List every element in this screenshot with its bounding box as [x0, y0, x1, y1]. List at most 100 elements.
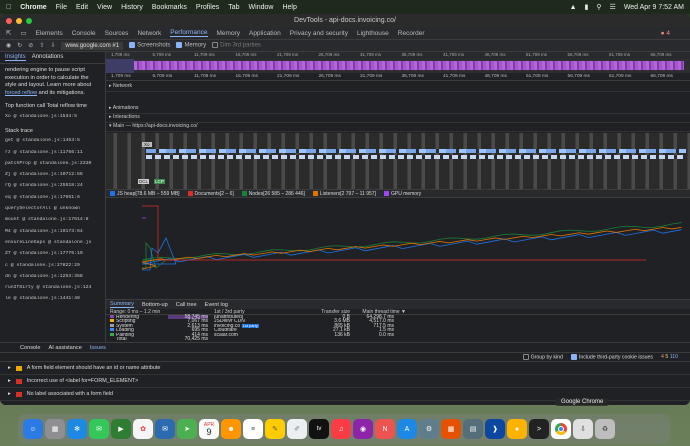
menu-view[interactable]: View	[97, 4, 112, 11]
party-header[interactable]: 1st / 3rd party	[208, 309, 290, 314]
tab-insights[interactable]: Insights	[5, 54, 26, 61]
animations-track[interactable]: ▸ Animations	[106, 105, 690, 114]
safari-icon[interactable]: ✻	[67, 419, 87, 439]
maps-icon[interactable]: ➤	[177, 419, 197, 439]
stack-frame[interactable]: rQ @ standalone.js:25518:24	[5, 183, 100, 194]
memory-chart[interactable]	[106, 198, 690, 274]
tv-icon[interactable]: tv	[309, 419, 329, 439]
downloads-icon[interactable]: ⇩	[573, 419, 593, 439]
tab-elements[interactable]: Elements	[36, 30, 63, 37]
stack-frame[interactable]: M4 @ standalone.js:19173:64	[5, 229, 100, 240]
finder-icon[interactable]: ☺	[23, 419, 43, 439]
record-icon[interactable]: ◉	[6, 42, 11, 49]
third-party-cookie-checkbox[interactable]: Include third-party cookie issues	[570, 353, 653, 360]
transfer-header[interactable]: Transfer size	[290, 309, 350, 315]
reload-record-icon[interactable]: ↻	[17, 42, 22, 49]
wifi-icon[interactable]: ▲	[570, 4, 577, 11]
tab-annotations[interactable]: Annotations	[32, 54, 64, 61]
legend-checkbox[interactable]	[383, 191, 389, 196]
podcasts-icon[interactable]: ◉	[353, 419, 373, 439]
music-icon[interactable]: ♫	[331, 419, 351, 439]
battery-icon[interactable]: ▮	[585, 3, 589, 11]
tab-application[interactable]: Application	[249, 30, 281, 37]
tab-network[interactable]: Network	[137, 30, 161, 37]
app-store-icon[interactable]: A	[397, 419, 417, 439]
dcl-marker[interactable]: DCL	[138, 179, 150, 184]
party-name[interactable]: scalar.com	[208, 333, 290, 337]
legend-checkbox[interactable]	[312, 191, 318, 196]
stack-frame[interactable]: querySelectorAll @ unknown	[5, 206, 100, 217]
facetime-icon[interactable]: ▶	[111, 419, 131, 439]
launchpad-icon[interactable]: ▦	[45, 419, 65, 439]
trash-icon[interactable]: ♻	[595, 419, 615, 439]
terminal-app-icon[interactable]: ▦	[441, 419, 461, 439]
stack-frame[interactable]: c @ standalone.js:27822:29	[5, 263, 100, 274]
vscode-icon[interactable]: ❱	[485, 419, 505, 439]
legend-item[interactable]: JS heap[78.6 MB – 559 MB]	[108, 191, 182, 197]
menu-edit[interactable]: Edit	[76, 4, 88, 11]
upload-icon[interactable]: ⇧	[39, 42, 44, 49]
stack-frame[interactable]: dn @ standalone.js:1253:358	[5, 274, 100, 285]
freeform-icon[interactable]: ✐	[287, 419, 307, 439]
stack-frame[interactable]: le @ standalone.js:1441:48	[5, 296, 100, 307]
reminders-icon[interactable]: ≡	[243, 419, 263, 439]
stack-frame[interactable]: mount @ standalone.js:17614:8	[5, 217, 100, 228]
menu-app-name[interactable]: Chrome	[20, 4, 46, 11]
menu-clock[interactable]: Wed Apr 9 7:52 AM	[624, 4, 684, 11]
group-by-kind-checkbox[interactable]: Group by kind	[522, 353, 563, 360]
recording-select[interactable]: www.google.com #1	[61, 41, 124, 50]
tab-console[interactable]: Console	[72, 30, 96, 37]
flame-chart[interactable]: Xo DCL LCP	[106, 133, 690, 189]
legend-checkbox[interactable]	[241, 191, 247, 196]
chevron-right-icon[interactable]: ▸	[8, 391, 11, 397]
issue-row[interactable]: ▸ A form field element should have an id …	[0, 362, 690, 375]
drawer-tab-console[interactable]: Console	[20, 345, 41, 351]
drawer-tab-issues[interactable]: Issues	[90, 345, 106, 351]
network-track[interactable]: ▸ Network	[106, 83, 690, 92]
stack-frame[interactable]: Zj @ standalone.js:10712:56	[5, 172, 100, 183]
preview-icon[interactable]: ▤	[463, 419, 483, 439]
lcp-marker[interactable]: LCP	[154, 179, 165, 184]
tab-summary[interactable]: Summary	[110, 301, 134, 308]
error-count-badge[interactable]: ● 4	[661, 30, 690, 37]
app-icon[interactable]: ●	[507, 419, 527, 439]
calendar-icon[interactable]: APR 9	[199, 419, 219, 439]
stack-frame[interactable]: rz @ standalone.js:11766:11	[5, 150, 100, 161]
chrome-icon[interactable]	[551, 419, 571, 439]
mail-icon[interactable]: ✉	[155, 419, 175, 439]
tab-memory[interactable]: Memory	[217, 30, 240, 37]
stack-frame[interactable]: runIfDirty @ standalone.js:124	[5, 285, 100, 296]
stack-frame[interactable]: ensureLineGaps @ standalone.js	[5, 240, 100, 251]
menu-file[interactable]: File	[56, 4, 67, 11]
menu-history[interactable]: History	[121, 4, 143, 11]
stack-frame[interactable]: patchProp @ standalone.js:2330	[5, 161, 100, 172]
legend-item[interactable]: GPU memory	[382, 191, 423, 197]
flame-xo[interactable]: Xo	[142, 142, 152, 147]
menu-profiles[interactable]: Profiles	[196, 4, 219, 11]
legend-item[interactable]: Listeners[2 797 – 11 957]	[311, 191, 378, 197]
apple-icon[interactable]: 	[6, 4, 11, 11]
terminal-icon[interactable]: >	[529, 419, 549, 439]
download-icon[interactable]: ⇩	[50, 42, 55, 49]
notes-icon[interactable]: ✎	[265, 419, 285, 439]
contacts-icon[interactable]: ☻	[221, 419, 241, 439]
tab-bottom-up[interactable]: Bottom-up	[142, 302, 168, 308]
issue-row[interactable]: ▸ Incorrect use of <label for=FORM_ELEMEN…	[0, 375, 690, 388]
device-icon[interactable]: ▭	[20, 29, 26, 37]
menu-tab[interactable]: Tab	[228, 4, 239, 11]
drawer-tab-ai[interactable]: AI assistance	[49, 345, 82, 351]
legend-checkbox[interactable]	[187, 191, 193, 196]
stack-frame[interactable]: eq @ standalone.js:17651:6	[5, 195, 100, 206]
stack-frame[interactable]: Z7 @ standalone.js:17776:19	[5, 251, 100, 262]
tab-call-tree[interactable]: Call tree	[176, 302, 197, 308]
control-center-icon[interactable]: ☰	[610, 3, 616, 11]
legend-item[interactable]: Nodes[26 585 – 286 446]	[240, 191, 307, 197]
photos-icon[interactable]: ✿	[133, 419, 153, 439]
legend-checkbox[interactable]	[110, 191, 115, 196]
system-settings-icon[interactable]: ⚙	[419, 419, 439, 439]
overview-strip[interactable]	[106, 59, 690, 73]
clear-icon[interactable]: ⊘	[28, 42, 33, 49]
dim-third-parties-checkbox[interactable]: Dim 3rd parties	[212, 42, 261, 49]
menu-window[interactable]: Window	[249, 4, 274, 11]
stack-frame[interactable]: get @ standalone.js:1453:5	[5, 138, 100, 149]
